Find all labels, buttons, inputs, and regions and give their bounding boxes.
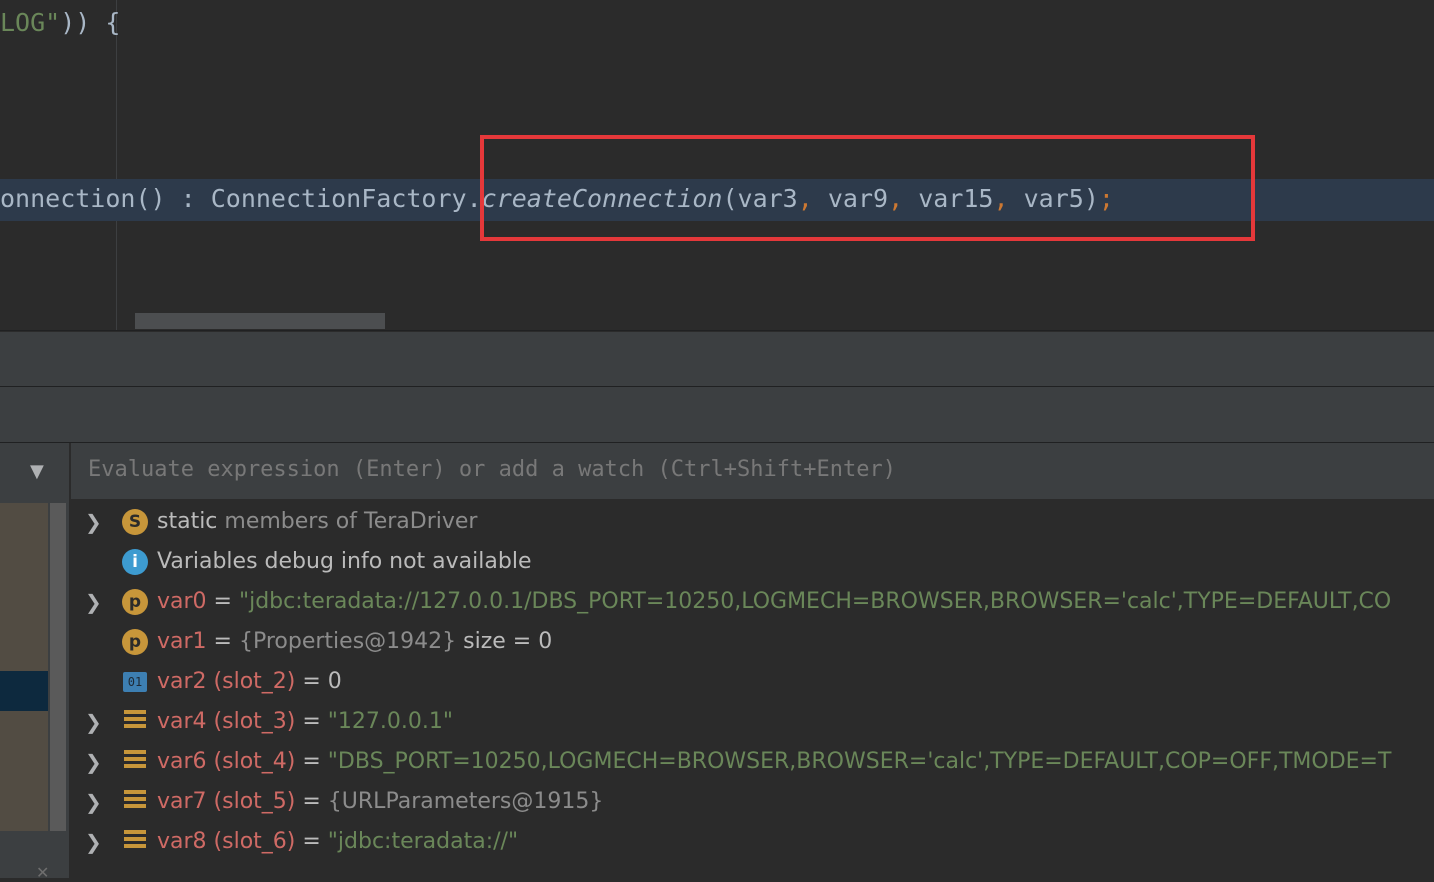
evaluate-placeholder: Evaluate expression (Enter) or add a wat…	[88, 457, 896, 482]
debug-toolbar	[0, 387, 1434, 442]
primitive-value-icon: 01	[123, 672, 147, 692]
tree-row-var6[interactable]: ❯ var6 (slot_4) = "DBS_PORT=10250,LOGMEC…	[71, 742, 1434, 782]
triangle-down-icon[interactable]: ▼	[30, 461, 44, 482]
thread-selector[interactable]: ▼	[0, 443, 69, 500]
tree-row-info: i Variables debug info not available	[71, 542, 1434, 582]
tree-row-var8[interactable]: ❯ var8 (slot_6) = "jdbc:teradata://"	[71, 822, 1434, 862]
close-icon[interactable]: ✕	[36, 863, 49, 882]
frames-list[interactable]	[0, 503, 48, 831]
horizontal-scrollbar[interactable]	[135, 313, 385, 329]
annotation-highlight-box	[480, 135, 1255, 241]
divider	[0, 330, 1434, 331]
chevron-right-icon[interactable]: ❯	[85, 702, 105, 742]
chevron-right-icon[interactable]: ❯	[85, 742, 105, 782]
local-variable-icon	[124, 830, 146, 854]
tree-row-var4[interactable]: ❯ var4 (slot_3) = "127.0.0.1"	[71, 702, 1434, 742]
evaluate-expression-field[interactable]: Evaluate expression (Enter) or add a wat…	[71, 443, 1434, 500]
frames-panel: ▼ ✕	[0, 443, 70, 882]
indent-guide	[116, 0, 117, 330]
local-variable-icon	[124, 710, 146, 734]
chevron-right-icon[interactable]: ❯	[85, 502, 105, 542]
local-variable-icon	[124, 790, 146, 814]
chevron-right-icon[interactable]: ❯	[85, 582, 105, 622]
info-icon: i	[122, 549, 148, 575]
frames-scrollbar[interactable]	[50, 503, 66, 831]
frames-list-selected-item[interactable]	[0, 671, 48, 711]
code-editor[interactable]: LOG")) { onnection() : ConnectionFactory…	[0, 0, 1434, 330]
tree-row-static[interactable]: ❯ S static members of TeraDriver	[71, 502, 1434, 542]
debug-toolbar-top	[0, 332, 1434, 386]
code-line-1[interactable]: LOG")) {	[0, 3, 120, 43]
static-members-icon: S	[122, 509, 148, 535]
local-variable-icon	[124, 750, 146, 774]
tree-row-var7[interactable]: ❯ var7 (slot_5) = {URLParameters@1915}	[71, 782, 1434, 822]
tree-row-var0[interactable]: ❯ p var0 = "jdbc:teradata://127.0.0.1/DB…	[71, 582, 1434, 622]
chevron-right-icon[interactable]: ❯	[85, 822, 105, 862]
tree-row-var2[interactable]: 01 var2 (slot_2) = 0	[71, 662, 1434, 702]
chevron-right-icon[interactable]: ❯	[85, 782, 105, 822]
variables-tree[interactable]: ❯ S static members of TeraDriver i Varia…	[71, 501, 1434, 878]
parameter-icon: p	[122, 589, 148, 615]
parameter-icon: p	[122, 629, 148, 655]
tree-row-var1[interactable]: p var1 = {Properties@1942} size = 0	[71, 622, 1434, 662]
